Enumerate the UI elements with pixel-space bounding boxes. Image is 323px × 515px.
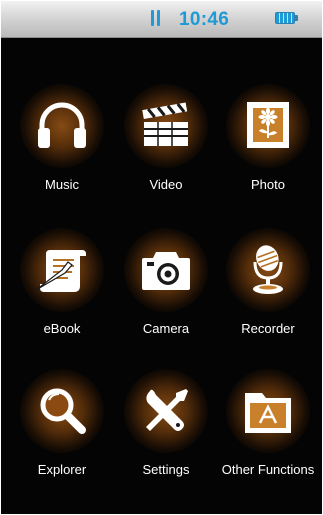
menu-item-label: Explorer	[37, 462, 87, 477]
headphones-icon	[32, 96, 92, 156]
menu-item-other-functions[interactable]: Other Functions	[218, 369, 318, 489]
menu-item-explorer[interactable]: Explorer	[12, 369, 112, 489]
folder-icon	[238, 381, 298, 441]
device-screen: 10:46 Music Video Photo eBook Camera Rec…	[1, 1, 322, 514]
menu-item-label: Music	[45, 177, 79, 192]
menu-item-ebook[interactable]: eBook	[12, 228, 112, 348]
magnifier-icon	[32, 381, 92, 441]
menu-item-photo[interactable]: Photo	[218, 84, 318, 204]
status-bar: 10:46	[1, 1, 322, 38]
wrench-screwdriver-icon	[136, 381, 196, 441]
menu-item-label: eBook	[43, 321, 81, 336]
menu-item-video[interactable]: Video	[116, 84, 216, 204]
pause-icon	[151, 10, 161, 26]
menu-item-label: Photo	[251, 177, 285, 192]
picture-frame-icon	[238, 96, 298, 156]
clock-time: 10:46	[179, 9, 230, 30]
menu-item-recorder[interactable]: Recorder	[218, 228, 318, 348]
menu-item-label: Other Functions	[221, 462, 315, 477]
microphone-icon	[238, 240, 298, 300]
menu-item-camera[interactable]: Camera	[116, 228, 216, 348]
clapperboard-icon	[136, 96, 196, 156]
camera-icon	[136, 240, 196, 300]
menu-item-settings[interactable]: Settings	[116, 369, 216, 489]
menu-item-music[interactable]: Music	[12, 84, 112, 204]
scroll-quill-icon	[32, 240, 92, 300]
menu-item-label: Recorder	[241, 321, 295, 336]
battery-icon	[275, 12, 298, 24]
